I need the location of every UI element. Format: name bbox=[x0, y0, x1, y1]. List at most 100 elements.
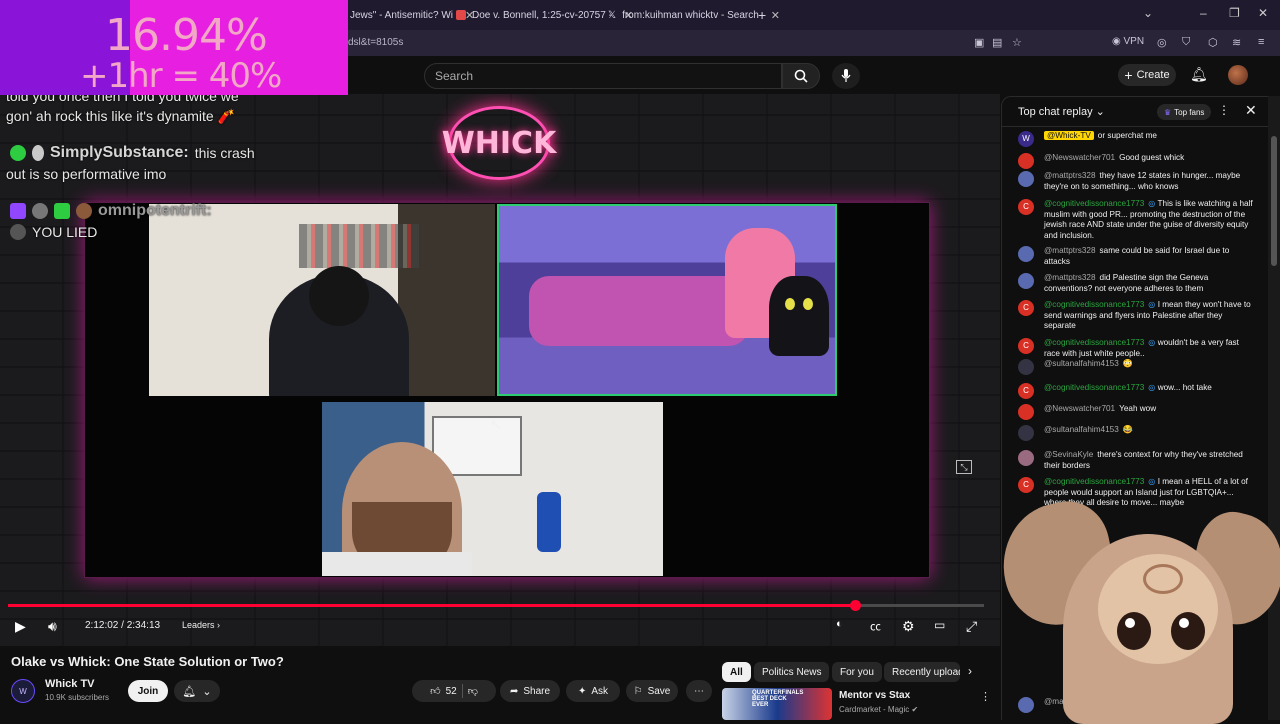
recommended-thumbnail[interactable]: QUARTERFINALS BEST DECK EVER bbox=[722, 688, 832, 720]
chevron-down-icon[interactable]: ⌄ bbox=[1143, 6, 1153, 20]
vpn-button[interactable]: ◉ VPN bbox=[1112, 36, 1144, 47]
browser-tab[interactable]: 𝕏 from:kuihman whicktv - Search ✕ bbox=[608, 5, 780, 25]
chat-author[interactable]: @Newswatcher701 bbox=[1044, 404, 1115, 413]
close-icon[interactable]: ✕ bbox=[771, 9, 780, 22]
chat-mode-label: Top chat replay bbox=[1018, 106, 1093, 118]
search-button[interactable] bbox=[782, 63, 820, 89]
thumbs-down-icon[interactable]: 👎︎ bbox=[468, 685, 478, 697]
chat-author[interactable]: @sultanalfahim4153 bbox=[1044, 425, 1119, 434]
new-tab-button[interactable]: + bbox=[758, 5, 766, 25]
subscriber-count: 10.9K subscribers bbox=[45, 693, 110, 702]
chevron-right-icon[interactable]: › bbox=[968, 664, 972, 678]
overlay-chat-text: YOU LIED bbox=[32, 224, 98, 240]
thumbs-up-icon[interactable]: 👍︎ bbox=[430, 685, 440, 697]
chat-avatar[interactable] bbox=[1018, 153, 1034, 169]
chip-recently-uploaded[interactable]: Recently uploaded bbox=[884, 662, 960, 682]
chat-message-body: @cognitivedissonance1773 ◎ wouldn't be a … bbox=[1044, 338, 1256, 359]
chat-message-body: @Newswatcher701 Good guest whick bbox=[1044, 153, 1256, 164]
chat-author[interactable]: @SevinaKyle bbox=[1044, 450, 1093, 459]
animal-badge-icon bbox=[76, 203, 92, 219]
user-avatar[interactable] bbox=[1228, 65, 1248, 85]
search-input[interactable]: Search bbox=[424, 63, 782, 89]
create-button[interactable]: + Create bbox=[1118, 64, 1176, 86]
blue-figurine bbox=[537, 492, 561, 552]
play-icon[interactable]: ▶ bbox=[15, 618, 26, 635]
chat-avatar[interactable] bbox=[1018, 246, 1034, 262]
chat-author[interactable]: @cognitivedissonance1773 bbox=[1044, 300, 1144, 309]
chat-avatar[interactable] bbox=[1018, 425, 1034, 441]
chat-avatar[interactable]: C bbox=[1018, 338, 1034, 354]
chat-author[interactable]: @cognitivedissonance1773 bbox=[1044, 199, 1144, 208]
chat-avatar[interactable] bbox=[1018, 404, 1034, 420]
chat-author[interactable]: @cognitivedissonance1773 bbox=[1044, 477, 1144, 486]
star-icon[interactable]: ☆ bbox=[1012, 36, 1022, 49]
chip-for-you[interactable]: For you bbox=[832, 662, 882, 682]
browser-tab[interactable]: Doe v. Bonnell, 1:25-cv-20757 - ✕ bbox=[456, 5, 633, 25]
share-button[interactable]: ➦ Share bbox=[500, 680, 560, 702]
chat-author[interactable]: @cognitivedissonance1773 bbox=[1044, 338, 1144, 347]
chat-author[interactable]: @mattptrs328 bbox=[1044, 273, 1096, 282]
chat-avatar[interactable]: C bbox=[1018, 477, 1034, 493]
miniplayer-icon[interactable]: ⤡ bbox=[956, 460, 972, 474]
channel-name[interactable]: Whick TV bbox=[45, 678, 95, 690]
account-icon[interactable]: ◎ bbox=[1157, 36, 1167, 49]
scrollbar-thumb[interactable] bbox=[1271, 136, 1277, 266]
chat-author[interactable]: @Newswatcher701 bbox=[1044, 153, 1115, 162]
close-icon[interactable]: ✕ bbox=[1245, 102, 1257, 119]
chat-mode-dropdown[interactable]: Top chat replay ⌄ bbox=[1018, 105, 1105, 118]
chat-author[interactable]: @mattptrs328 bbox=[1044, 171, 1096, 180]
url-field[interactable]: dsl&t=8105s bbox=[348, 37, 403, 48]
more-icon[interactable]: ⋮ bbox=[1218, 103, 1230, 117]
trophy-badge-icon bbox=[32, 145, 44, 161]
notifications-bell-icon[interactable]: 🔔︎ bbox=[1190, 66, 1208, 83]
more-actions-button[interactable]: ⋯ bbox=[686, 680, 712, 702]
save-button[interactable]: ⚐ Save bbox=[626, 680, 678, 702]
chat-author[interactable]: @sultanalfahim4153 bbox=[1044, 359, 1119, 368]
theater-mode-icon[interactable]: ▭ bbox=[934, 618, 945, 632]
maximize-icon[interactable]: ❐ bbox=[1229, 6, 1240, 20]
recommended-title[interactable]: Mentor vs Stax bbox=[839, 690, 910, 701]
chat-avatar[interactable]: C bbox=[1018, 383, 1034, 399]
channel-avatar[interactable]: W bbox=[11, 679, 35, 703]
menu-icon[interactable]: ≡ bbox=[1258, 36, 1264, 48]
video-player[interactable]: WHICK told you once then I told you twic… bbox=[0, 94, 1000, 646]
close-window-icon[interactable]: ✕ bbox=[1258, 6, 1268, 20]
more-icon[interactable]: ⋮ bbox=[980, 690, 991, 703]
chat-author[interactable]: @mattptrs328 bbox=[1044, 246, 1096, 255]
screen-share-icon[interactable]: ▣ bbox=[974, 36, 984, 49]
chat-avatar[interactable]: C bbox=[1018, 199, 1034, 215]
ask-button[interactable]: ✦ Ask bbox=[566, 680, 620, 702]
picture-icon[interactable]: ▤ bbox=[992, 36, 1002, 49]
extensions-icon[interactable]: ⬡ bbox=[1208, 36, 1218, 49]
chat-text: 😂 bbox=[1122, 425, 1133, 434]
chat-author[interactable]: @Whick-TV bbox=[1044, 131, 1094, 140]
subscription-bell-button[interactable]: 🔔︎ ⌄ bbox=[174, 680, 220, 702]
chapter-button[interactable]: Leaders › bbox=[182, 620, 220, 630]
volume-icon[interactable]: 🔊︎ bbox=[48, 618, 57, 635]
autoplay-toggle-icon[interactable]: ◐ bbox=[836, 618, 843, 630]
chat-avatar[interactable]: W bbox=[1018, 131, 1034, 147]
shield-icon[interactable]: ⛉ bbox=[1182, 36, 1190, 49]
minimize-icon[interactable]: – bbox=[1200, 6, 1207, 20]
fullscreen-icon[interactable]: ⤢ bbox=[966, 618, 977, 635]
chat-avatar[interactable] bbox=[1018, 359, 1034, 375]
chat-avatar[interactable] bbox=[1018, 273, 1034, 289]
voice-search-button[interactable] bbox=[832, 63, 860, 89]
chat-avatar[interactable] bbox=[1018, 171, 1034, 187]
chip-all[interactable]: All bbox=[722, 662, 751, 682]
chat-avatar[interactable]: C bbox=[1018, 300, 1034, 316]
top-fans-button[interactable]: ♛ Top fans bbox=[1157, 104, 1212, 120]
sidebar-icon[interactable]: ≋ bbox=[1232, 36, 1241, 49]
chat-author[interactable]: @cognitivedissonance1773 bbox=[1044, 383, 1144, 392]
chat-text: Good guest whick bbox=[1119, 153, 1185, 162]
logo-text: WHICK bbox=[441, 125, 557, 161]
join-button[interactable]: Join bbox=[128, 680, 168, 702]
chip-politics-news[interactable]: Politics News bbox=[754, 662, 830, 682]
member-badge-icon: ◎ bbox=[1148, 338, 1158, 347]
settings-gear-icon[interactable]: ⚙ bbox=[902, 618, 915, 635]
recommended-channel[interactable]: Cardmarket - Magic ✔ bbox=[839, 705, 918, 714]
captions-icon[interactable]: ㏄ bbox=[870, 618, 881, 634]
overlay-username: SimplySubstance: bbox=[50, 144, 189, 161]
chip-label: Politics News bbox=[762, 666, 822, 678]
chat-avatar[interactable] bbox=[1018, 450, 1034, 466]
